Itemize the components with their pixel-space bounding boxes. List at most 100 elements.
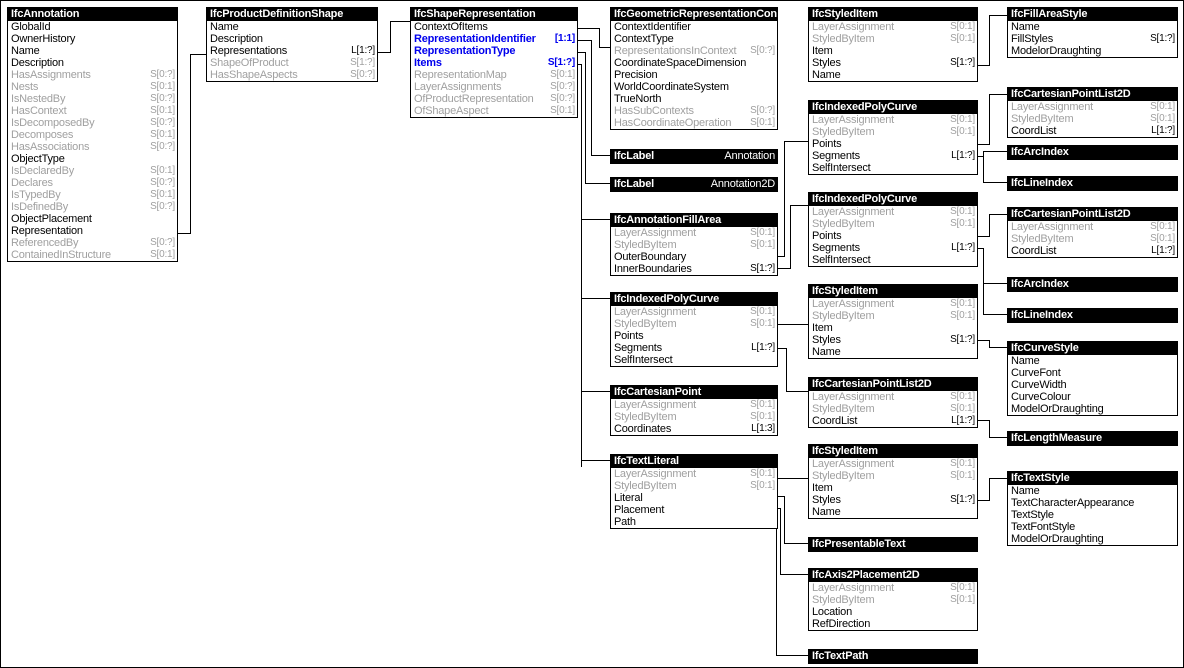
entity-box-ifcstyleditem-3[interactable]: IfcStyledItem LayerAssignment S[0:1] Styl… <box>808 444 978 519</box>
entity-box-ifcindexedpolycurve-mid[interactable]: IfcIndexedPolyCurve LayerAssignment S[0:1… <box>610 292 778 367</box>
attribute-list: Name TextCharacterAppearance TextStyle T… <box>1008 485 1177 545</box>
attribute-row: Placement <box>614 504 665 516</box>
attribute-row: HasContext S[0:1] <box>11 105 175 117</box>
attribute-row: Representations L[1:?] <box>210 45 375 57</box>
entity-box-ifccurvestyle[interactable]: IfcCurveStyle Name CurveFont CurveWidth … <box>1007 341 1178 416</box>
connector-segment <box>581 219 612 220</box>
attribute-row: LayerAssignment S[0:1] <box>614 306 775 318</box>
entity-box-ifcarcindex-2[interactable]: IfcArcIndex <box>1007 277 1178 292</box>
connector-segment <box>390 21 410 22</box>
attribute-row: StyledByItem S[0:1] <box>614 318 775 330</box>
attribute-row: OwnerHistory <box>11 33 76 45</box>
entity-title: IfcShapeRepresentation <box>411 8 577 21</box>
attribute-row: OfProductRepresentation S[0:?] <box>414 93 575 105</box>
attribute-row: StyledByItem S[0:1] <box>812 310 975 322</box>
attribute-row: HasAssignments S[0:?] <box>11 69 175 81</box>
connector-segment <box>578 28 600 29</box>
entity-box-ifcgeometricrepresentationcontext[interactable]: IfcGeometricRepresentationCont ContextId… <box>610 7 778 130</box>
entity-box-ifccartesianpoint[interactable]: IfcCartesianPoint LayerAssignment S[0:1] … <box>610 385 778 436</box>
attribute-row: StyledByItem S[0:1] <box>614 411 775 423</box>
entity-box-ifcannotationfillarea[interactable]: IfcAnnotationFillArea LayerAssignment S[0… <box>610 213 778 276</box>
attribute-row: OfShapeAspect S[0:1] <box>414 105 575 117</box>
attribute-row: Item <box>812 482 833 494</box>
entity-box-ifclabel-annotation2d[interactable]: IfcLabel Annotation2D <box>610 177 778 192</box>
attribute-row: StyledByItem S[0:1] <box>1011 113 1175 125</box>
entity-title: IfcLineIndex <box>1008 309 1177 322</box>
connector-segment <box>599 28 600 48</box>
connector-segment <box>390 21 391 53</box>
attribute-row: LayerAssignment S[0:1] <box>812 391 975 403</box>
attribute-row: ContainedInStructure S[0:1] <box>11 249 175 261</box>
attribute-row: RefDirection <box>812 618 871 630</box>
attribute-row: TextCharacterAppearance <box>1011 497 1135 509</box>
attribute-row: OuterBoundary <box>614 251 686 263</box>
entity-box-ifclineindex-1[interactable]: IfcLineIndex <box>1007 176 1178 191</box>
attribute-row: LayerAssignment S[0:1] <box>614 227 775 239</box>
entity-box-ifcshaperepresentation[interactable]: IfcShapeRepresentation ContextOfItems Re… <box>410 7 578 118</box>
attribute-row: RepresentationMap S[0:1] <box>414 69 575 81</box>
connector-segment <box>581 391 612 392</box>
entity-box-ifccartesianpointlist2d-r1[interactable]: IfcCartesianPointList2D LayerAssignment S… <box>1007 87 1178 138</box>
attribute-list: ContextIdentifier ContextType Representa… <box>611 21 777 129</box>
connector-segment <box>585 183 612 184</box>
attribute-row: Styles S[1:?] <box>812 494 975 506</box>
attribute-row: CurveColour <box>1011 391 1071 403</box>
entity-box-ifctextpath[interactable]: IfcTextPath <box>808 649 978 664</box>
entity-box-ifcindexedpolycurve-a[interactable]: IfcIndexedPolyCurve LayerAssignment S[0:1… <box>808 100 978 175</box>
entity-box-ifclengthmeasure[interactable]: IfcLengthMeasure <box>1007 431 1178 446</box>
attribute-row: IsDecomposedBy S[0:?] <box>11 117 175 129</box>
attribute-row: Segments L[1:?] <box>812 150 975 162</box>
attribute-row: SelfIntersect <box>812 162 871 174</box>
connector-segment <box>784 543 808 544</box>
entity-box-ifclineindex-2[interactable]: IfcLineIndex <box>1007 308 1178 323</box>
connector-segment <box>190 54 206 55</box>
connector-segment <box>989 437 1007 438</box>
connector-segment <box>989 214 990 237</box>
attribute-row: Description <box>210 33 263 45</box>
entity-box-ifcaxis2placement2d[interactable]: IfcAxis2Placement2D LayerAssignment S[0:1… <box>808 568 978 631</box>
attribute-row: SelfIntersect <box>812 254 871 266</box>
attribute-row: ModelOrDraughting <box>1011 403 1104 415</box>
attribute-row: SelfIntersect <box>614 354 673 366</box>
entity-box-ifcstyleditem-1[interactable]: IfcStyledItem LayerAssignment S[0:1] Styl… <box>808 7 978 82</box>
entity-box-ifccartesianpointlist2d-r2[interactable]: IfcCartesianPointList2D LayerAssignment S… <box>1007 207 1178 258</box>
attribute-row: ObjectPlacement <box>11 213 92 225</box>
entity-box-ifcproductdefinitionshape[interactable]: IfcProductDefinitionShape Name Descripti… <box>206 7 378 82</box>
entity-title: IfcIndexedPolyCurve <box>611 293 777 306</box>
entity-box-ifccartesianpointlist2d-mid[interactable]: IfcCartesianPointList2D LayerAssignment S… <box>808 377 978 428</box>
attribute-row: IsTypedBy S[0:1] <box>11 189 175 201</box>
attribute-row: StyledByItem S[0:1] <box>812 126 975 138</box>
connector-segment <box>377 52 391 53</box>
attribute-row: Points <box>614 330 644 342</box>
attribute-list: GlobalId OwnerHistory Name Description H… <box>8 21 177 261</box>
entity-title: IfcTextStyle <box>1008 472 1177 485</box>
entity-box-ifcfillareastyle[interactable]: IfcFillAreaStyle Name FillStyles S[1:?] M… <box>1007 7 1178 58</box>
connector-segment <box>777 268 791 269</box>
connector-segment <box>578 40 592 41</box>
entity-box-ifcarcindex-1[interactable]: IfcArcIndex <box>1007 145 1178 160</box>
attribute-list: LayerAssignment S[0:1] StyledByItem S[0:1]… <box>809 582 977 630</box>
attribute-row: ContextOfItems <box>414 21 488 33</box>
connector-segment <box>591 40 592 156</box>
attribute-row: WorldCoordinateSystem <box>614 81 729 93</box>
attribute-list: LayerAssignment S[0:1] StyledByItem S[0:1]… <box>809 21 977 81</box>
attribute-row: Segments L[1:?] <box>614 342 775 354</box>
attribute-row: Decomposes S[0:1] <box>11 129 175 141</box>
attribute-row: ObjectType <box>11 153 65 165</box>
entity-box-ifctextliteral[interactable]: IfcTextLiteral LayerAssignment S[0:1] Sty… <box>610 454 778 529</box>
entity-title: IfcStyledItem <box>809 445 977 458</box>
attribute-row: ContextType <box>614 33 674 45</box>
attribute-row: TrueNorth <box>614 93 662 105</box>
entity-box-ifcstyleditem-2[interactable]: IfcStyledItem LayerAssignment S[0:1] Styl… <box>808 284 978 359</box>
attribute-row: Literal <box>614 492 643 504</box>
attribute-row: IsDefinedBy S[0:?] <box>11 201 175 213</box>
entity-box-ifclabel-annotation[interactable]: IfcLabel Annotation <box>610 149 778 164</box>
entity-box-ifcpresentabletext[interactable]: IfcPresentableText <box>808 537 978 552</box>
entity-box-ifcindexedpolycurve-b[interactable]: IfcIndexedPolyCurve LayerAssignment S[0:1… <box>808 192 978 267</box>
attribute-list: LayerAssignment S[0:1] StyledByItem S[0:1]… <box>611 468 777 528</box>
connector-segment <box>989 94 990 145</box>
entity-box-ifcannotation[interactable]: IfcAnnotation GlobalId OwnerHistory Name… <box>7 7 178 262</box>
entity-box-ifctextstyle[interactable]: IfcTextStyle Name TextCharacterAppearanc… <box>1007 471 1178 546</box>
entity-title: IfcCartesianPointList2D <box>1008 88 1177 101</box>
attribute-row: Segments L[1:?] <box>812 242 975 254</box>
